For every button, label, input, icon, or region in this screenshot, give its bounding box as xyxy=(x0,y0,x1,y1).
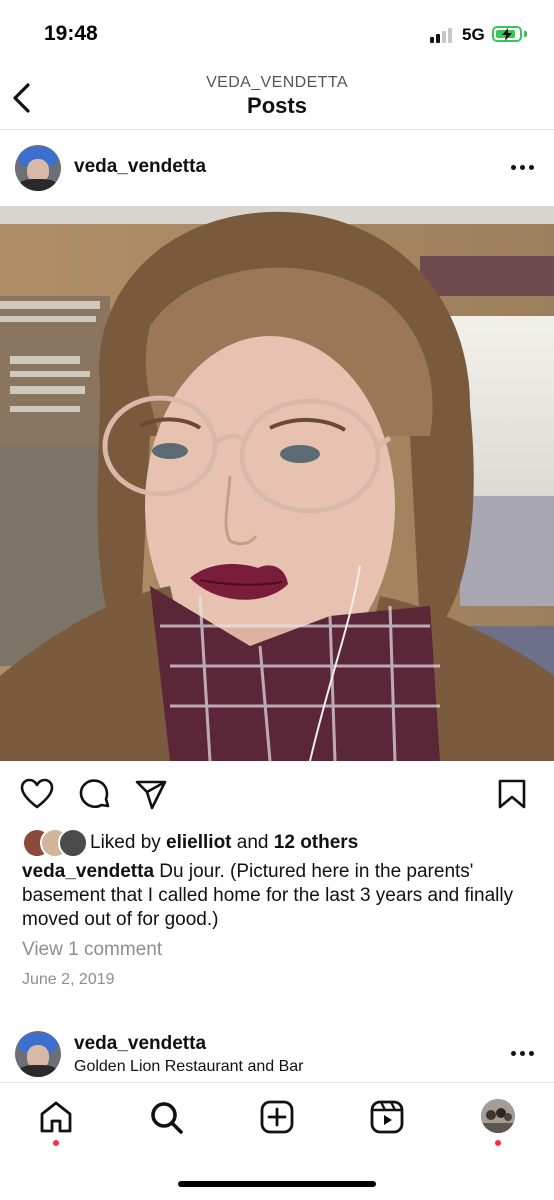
search-icon xyxy=(151,1102,183,1134)
post-username[interactable]: veda_vendetta xyxy=(74,156,206,178)
liked-by-others[interactable]: 12 others xyxy=(274,832,358,853)
comment-button[interactable] xyxy=(78,778,112,817)
portrait-photo xyxy=(0,206,554,761)
home-icon xyxy=(40,1101,72,1133)
search-tab[interactable] xyxy=(149,1100,185,1141)
save-button[interactable] xyxy=(497,778,527,815)
home-tab[interactable] xyxy=(38,1100,74,1146)
network-label: 5G xyxy=(462,25,485,44)
post-date: June 2, 2019 xyxy=(22,971,115,988)
profile-notification-dot xyxy=(495,1140,501,1146)
reels-icon xyxy=(370,1100,404,1134)
heart-icon xyxy=(20,778,54,809)
profile-avatar xyxy=(481,1099,515,1133)
page-title: Posts xyxy=(247,93,307,118)
share-icon xyxy=(135,780,167,810)
next-post-username[interactable]: veda_vendetta xyxy=(74,1033,206,1055)
header-account-name: VEDA_VENDETTA xyxy=(206,74,348,91)
liker-avatar xyxy=(58,828,88,858)
profile-tab[interactable] xyxy=(481,1099,515,1133)
home-notification-dot xyxy=(53,1140,59,1146)
post-caption: veda_vendetta Du jour. (Pictured here in… xyxy=(22,860,532,932)
liked-by-prefix: Liked by xyxy=(90,832,167,853)
like-button[interactable] xyxy=(20,778,54,815)
share-button[interactable] xyxy=(134,779,168,816)
signal-icon xyxy=(430,28,452,43)
reels-tab[interactable] xyxy=(369,1099,405,1140)
post-photo[interactable] xyxy=(0,206,554,761)
bookmark-icon xyxy=(498,779,526,809)
new-post-icon xyxy=(260,1100,294,1134)
home-indicator[interactable] xyxy=(178,1181,376,1187)
liked-by-joiner: and xyxy=(231,832,274,853)
nav-divider xyxy=(0,1082,554,1083)
liked-by-text[interactable]: Liked by elielliot and 12 others xyxy=(90,832,358,854)
caption-username[interactable]: veda_vendetta xyxy=(22,861,154,882)
post-avatar[interactable] xyxy=(15,145,61,191)
header-divider xyxy=(0,129,554,130)
more-horizontal-icon[interactable] xyxy=(511,1051,534,1056)
more-horizontal-icon[interactable] xyxy=(511,165,534,170)
liked-by-user[interactable]: elielliot xyxy=(166,832,231,853)
next-post-location[interactable]: Golden Lion Restaurant and Bar xyxy=(74,1058,303,1076)
new-post-tab[interactable] xyxy=(259,1099,295,1140)
view-comments-link[interactable]: View 1 comment xyxy=(22,939,162,961)
comment-icon xyxy=(79,779,110,809)
battery-tip xyxy=(524,31,527,37)
status-time: 19:48 xyxy=(44,22,98,45)
charging-bolt-icon xyxy=(502,28,512,41)
liked-by-avatars[interactable] xyxy=(22,828,88,858)
next-post-avatar[interactable] xyxy=(15,1031,61,1077)
battery-icon xyxy=(492,26,522,42)
